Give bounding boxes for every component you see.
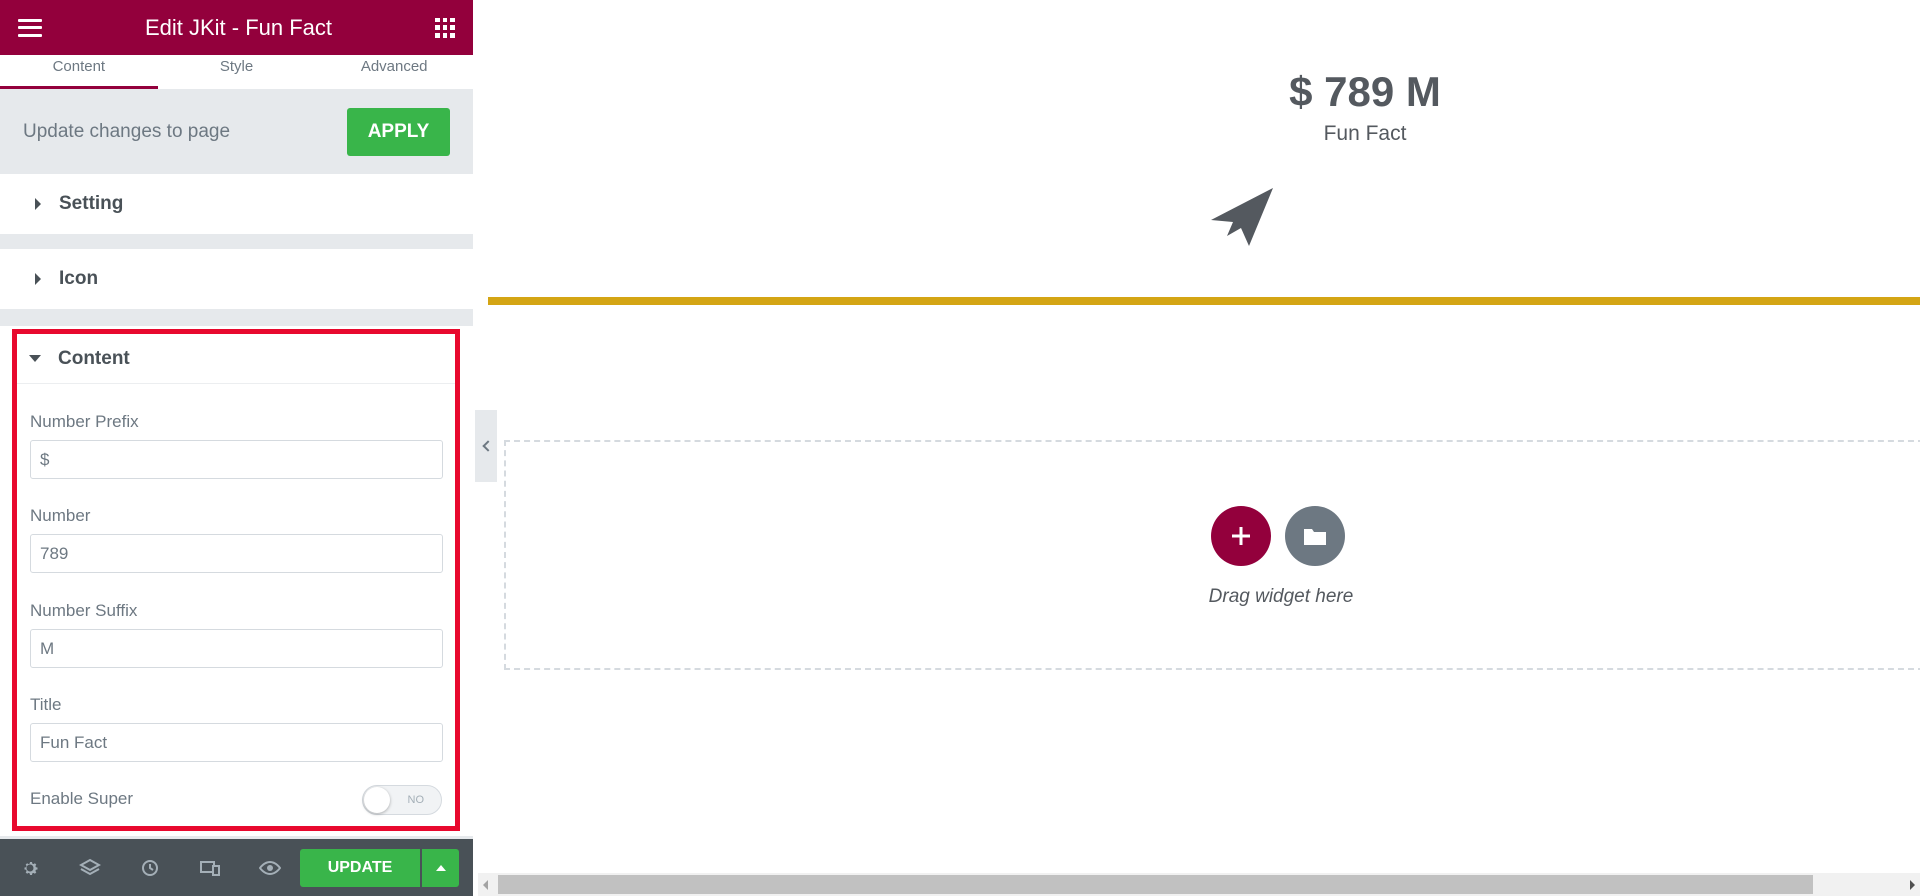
- number-suffix-input[interactable]: [30, 629, 443, 668]
- update-options-button[interactable]: [422, 849, 459, 887]
- panel-title: Edit JKit - Fun Fact: [144, 14, 333, 40]
- drop-zone[interactable]: Drag widget here: [504, 440, 1920, 670]
- tab-style[interactable]: Style: [158, 55, 316, 89]
- section-content: Content Number Prefix Number Number Suff…: [0, 326, 473, 836]
- number-prefix-input[interactable]: [30, 440, 443, 479]
- editor-panel: Edit JKit - Fun Fact Content Style Advan…: [0, 0, 473, 896]
- preview-canvas: $ 789 M Fun Fact Drag widget here: [473, 0, 1920, 874]
- apply-button[interactable]: APPLY: [347, 107, 450, 156]
- title-input[interactable]: [30, 723, 443, 762]
- panel-tabs: Content Style Advanced: [0, 55, 473, 89]
- number-input[interactable]: [30, 534, 443, 573]
- add-section-button[interactable]: [1211, 506, 1271, 566]
- caret-right-icon: [35, 273, 41, 285]
- apply-bar: Update changes to page APPLY: [0, 89, 473, 174]
- section-content-label: Content: [58, 347, 130, 369]
- number-label: Number: [30, 506, 91, 525]
- title-label: Title: [30, 695, 62, 714]
- scroll-left-icon[interactable]: [483, 880, 488, 890]
- enable-super-toggle[interactable]: NO: [362, 785, 442, 815]
- drop-zone-text: Drag widget here: [1208, 586, 1354, 607]
- scrollbar-thumb[interactable]: [498, 875, 1813, 894]
- horizontal-scrollbar[interactable]: [478, 873, 1920, 896]
- update-button[interactable]: UPDATE: [300, 849, 420, 887]
- section-setting[interactable]: Setting: [0, 174, 473, 234]
- section-setting-label: Setting: [59, 193, 124, 214]
- section-content-header[interactable]: Content: [17, 334, 455, 384]
- plus-icon: [1232, 527, 1250, 545]
- enable-super-label: Enable Super: [30, 789, 134, 808]
- paper-plane-icon: [1211, 188, 1273, 246]
- number-prefix-label: Number Prefix: [30, 412, 139, 431]
- toggle-knob: [364, 787, 390, 813]
- funfact-number: $ 789 M: [1289, 68, 1441, 115]
- caret-up-icon: [435, 865, 446, 871]
- layers-icon[interactable]: [78, 856, 102, 880]
- scroll-right-icon[interactable]: [1910, 880, 1915, 890]
- settings-icon[interactable]: [18, 856, 42, 880]
- caret-down-icon: [29, 355, 41, 362]
- apply-bar-text: Update changes to page: [23, 120, 231, 142]
- funfact-title: Fun Fact: [1323, 122, 1407, 145]
- add-template-button[interactable]: [1285, 506, 1345, 566]
- tab-content[interactable]: Content: [0, 55, 158, 89]
- folder-icon: [1304, 529, 1326, 545]
- responsive-icon[interactable]: [198, 856, 222, 880]
- panel-footer: UPDATE: [0, 839, 473, 896]
- preview-icon[interactable]: [258, 856, 282, 880]
- toggle-state-text: NO: [407, 794, 425, 806]
- caret-right-icon: [35, 198, 41, 210]
- history-icon[interactable]: [138, 856, 162, 880]
- widgets-grid-icon[interactable]: [435, 17, 455, 38]
- section-icon[interactable]: Icon: [0, 249, 473, 309]
- tab-advanced[interactable]: Advanced: [315, 55, 473, 89]
- divider-line: [488, 297, 1920, 305]
- menu-icon[interactable]: [18, 18, 42, 37]
- number-suffix-label: Number Suffix: [30, 601, 138, 620]
- section-icon-label: Icon: [59, 268, 99, 289]
- panel-header: Edit JKit - Fun Fact: [0, 0, 473, 55]
